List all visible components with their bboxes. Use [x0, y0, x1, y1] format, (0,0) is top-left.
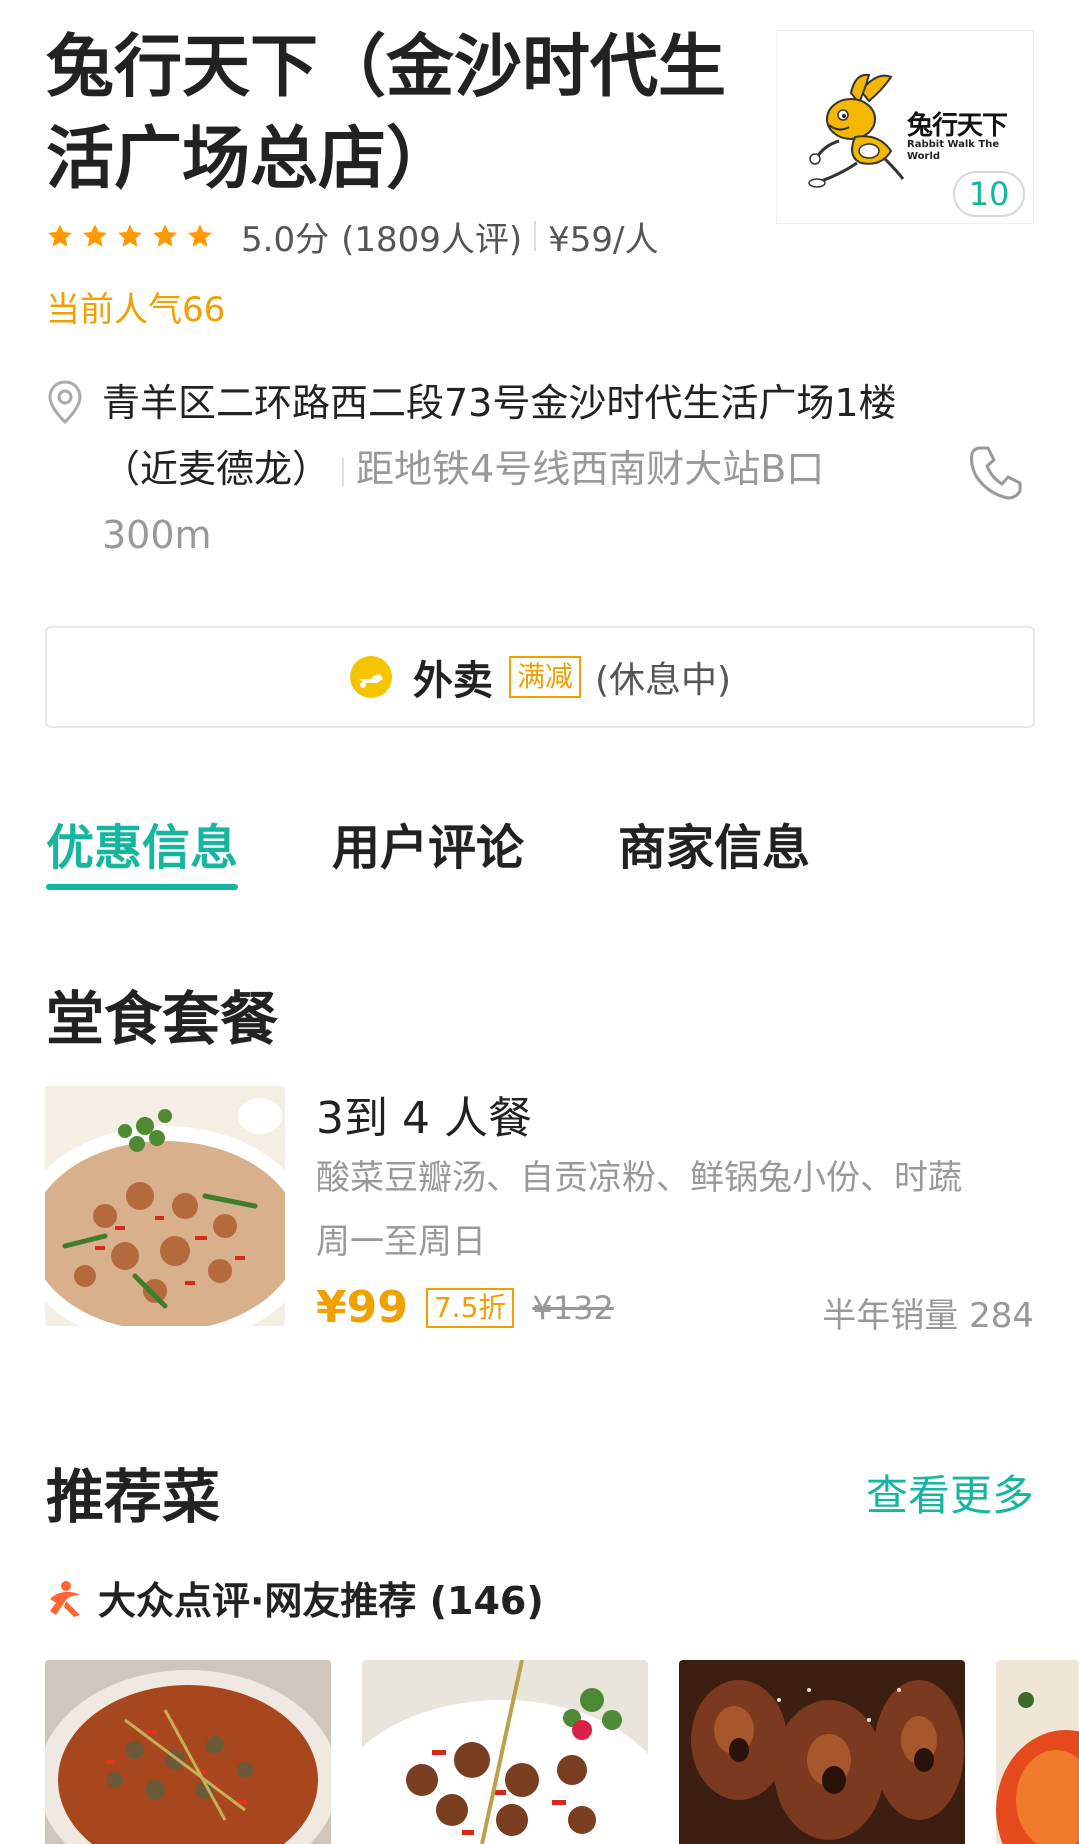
photo-count-badge[interactable]: 10 — [953, 171, 1025, 217]
price-per-person: ¥59/人 — [548, 219, 659, 260]
review-count[interactable]: (1809人评) — [341, 212, 522, 261]
set-meal-days: 周一至周日 — [316, 1222, 486, 1262]
tab-bar: 优惠信息 用户评论 商家信息 — [46, 808, 904, 890]
popularity-text: 当前人气66 — [46, 290, 226, 330]
takeaway-button[interactable]: 外卖 满减 (休息中) — [45, 626, 1035, 728]
set-meal-image[interactable] — [45, 1086, 285, 1326]
recommended-dish-image[interactable] — [45, 1660, 331, 1844]
set-meal-sales: 半年销量 284 — [822, 1296, 1034, 1336]
star-icon — [118, 224, 142, 247]
takeaway-label: 外卖 — [412, 658, 493, 704]
star-icon — [83, 224, 107, 247]
shop-logo-button[interactable]: 兔行天下 Rabbit Walk The World 10 — [776, 30, 1034, 224]
star-rating — [46, 222, 221, 250]
rabbit-logo — [808, 73, 905, 188]
set-meal-discount-badge: 7.5折 — [425, 1287, 515, 1328]
set-meal-original-price: ¥132 — [532, 1288, 614, 1327]
address-block[interactable]: 青羊区二环路西二段73号金沙时代生活广场1楼（近麦德龙） 距地铁4号线西南财大站B… — [102, 370, 902, 568]
recommended-dish-image[interactable] — [679, 1660, 965, 1844]
divider — [342, 457, 345, 486]
tab-deals[interactable]: 优惠信息 — [46, 808, 239, 890]
dianping-icon — [50, 1580, 80, 1617]
set-meal-name[interactable]: 3到 4 人餐 — [316, 1082, 532, 1146]
logo-text-en: Rabbit Walk The World — [907, 139, 1000, 162]
tab-merchant-info[interactable]: 商家信息 — [618, 808, 810, 878]
shop-detail-page: 兔行天下（金沙时代生活广场总店） 兔行天下 Rabbit Walk The Wo… — [0, 0, 1079, 1844]
rating-row: 5.0分 (1809人评) ¥59/人 — [46, 212, 659, 261]
divider — [534, 221, 537, 251]
dianping-recommend-row: 大众点评·网友推荐 (146) — [46, 1570, 544, 1625]
dianping-recommend-label: 大众点评·网友推荐 (146) — [98, 1579, 544, 1623]
star-icon — [153, 224, 177, 247]
star-icon — [188, 224, 212, 247]
set-meal-price: ¥99 — [316, 1282, 408, 1333]
location-pin-icon — [48, 380, 82, 424]
takeaway-discount-badge: 满减 — [508, 656, 581, 698]
takeaway-status: (休息中) — [594, 660, 732, 701]
shop-title: 兔行天下（金沙时代生活广场总店） — [46, 28, 727, 199]
set-meal-price-row: ¥99 7.5折 ¥132 — [316, 1282, 614, 1333]
tab-reviews[interactable]: 用户评论 — [332, 808, 524, 878]
set-meal-section-title: 堂食套餐 — [46, 985, 279, 1053]
set-meal-description: 酸菜豆瓣汤、自贡凉粉、鲜锅兔小份、时蔬 — [316, 1158, 962, 1198]
takeaway-icon — [349, 656, 392, 698]
recommended-section-title: 推荐菜 — [46, 1463, 221, 1531]
recommended-dish-image[interactable] — [996, 1660, 1079, 1844]
phone-icon[interactable] — [968, 444, 1022, 500]
see-more-link[interactable]: 查看更多 — [866, 1462, 1034, 1523]
recommended-dish-image[interactable] — [362, 1660, 648, 1844]
logo-text-cn: 兔行天下 — [907, 111, 1008, 141]
rating-score: 5.0分 — [241, 219, 330, 260]
star-icon — [48, 224, 72, 247]
